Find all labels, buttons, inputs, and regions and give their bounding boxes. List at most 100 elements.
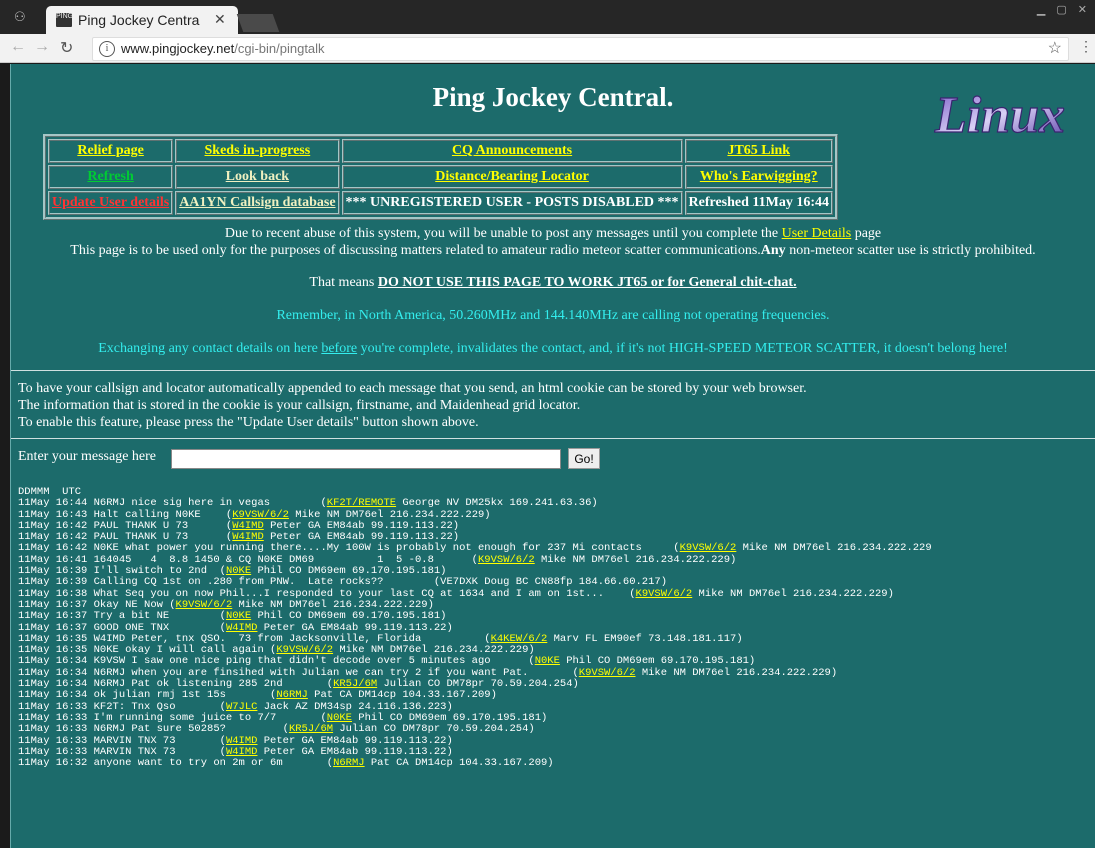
log-station-info: Phil CO DM69em 69.170.195.181)	[251, 565, 447, 578]
menu-link[interactable]: CQ Announcements	[452, 143, 572, 158]
notice-purpose: This page is to be used only for the pur…	[70, 243, 1036, 258]
log-station-info: Phil CO DM69em 69.170.195.181)	[559, 655, 756, 668]
callsign-link[interactable]: K9VSW/6/2	[579, 667, 636, 679]
callsign-link[interactable]: N0KE	[226, 610, 251, 622]
before-link[interactable]: before	[321, 341, 357, 356]
log-station-info: Peter GA EM84ab 99.119.113.22)	[263, 531, 460, 544]
new-tab-button[interactable]	[236, 14, 280, 32]
menu-table: Relief page Skeds in-progress CQ Announcem…	[43, 134, 839, 220]
log-station-info: Mike NM DM76el 216.234.222.229)	[692, 587, 894, 600]
close-tab-icon[interactable]: ✕	[214, 11, 226, 28]
forward-icon[interactable]: →	[34, 38, 50, 56]
log-station-info: Peter GA EM84ab 99.119.113.22)	[257, 621, 453, 634]
menu-cell: Skeds in-progress	[175, 139, 340, 163]
callsign-link[interactable]: K9VSW/6/2	[276, 644, 333, 656]
log-text: 11May 16:37 Okay NE Now (	[18, 598, 176, 611]
log-text: 11May 16:33 MARVIN TNX 73 (	[18, 745, 226, 758]
url-field[interactable]: i www.pingjockey.net/cgi-bin/pingtalk ☆	[92, 37, 1069, 61]
menu-link: Refreshed 11May 16:44	[688, 195, 830, 210]
menu-cell: Who's Earwigging?	[684, 165, 834, 189]
callsign-link[interactable]: W4IMD	[232, 520, 264, 532]
callsign-link[interactable]: W4IMD	[226, 735, 258, 747]
callsign-link[interactable]: KF2T/REMOTE	[327, 497, 396, 509]
tab-title: Ping Jockey Centra	[78, 12, 200, 28]
callsign-link[interactable]: W4IMD	[226, 746, 258, 758]
user-details-link[interactable]: User Details	[782, 226, 852, 241]
callsign-link[interactable]: K9VSW/6/2	[232, 509, 289, 521]
callsign-link[interactable]: W7JLC	[226, 701, 258, 713]
go-button[interactable]: Go!	[568, 448, 600, 469]
log-text: 11May 16:42 PAUL THANK U 73 (	[18, 531, 233, 544]
site-info-icon[interactable]: i	[99, 41, 115, 57]
log-text: 11May 16:34 N6RMJ Pat ok listening 285 2…	[18, 678, 334, 691]
incognito-icon: ⚇	[14, 9, 26, 24]
log-text: 11May 16:33 I'm running some juice to 7/…	[18, 711, 327, 724]
callsign-link[interactable]: W4IMD	[232, 531, 264, 543]
callsign-link[interactable]: N6RMJ	[276, 689, 308, 701]
back-icon[interactable]: ←	[10, 38, 26, 56]
log-text: 11May 16:34 K9VSW I saw one nice ping th…	[18, 655, 535, 668]
notice-contact-details: Exchanging any contact details on here b…	[98, 341, 1008, 356]
menu-cell: CQ Announcements	[341, 139, 683, 163]
log-text: 11May 16:37 Try a bit NE (	[18, 610, 226, 623]
log-station-info: Julian CO DM78pr 70.59.204.254)	[377, 678, 579, 691]
menu-link[interactable]: Relief page	[77, 143, 143, 158]
divider	[11, 370, 1095, 371]
log-station-info: Mike NM DM76el 216.234.222.229)	[635, 666, 838, 679]
callsign-link[interactable]: K9VSW/6/2	[636, 588, 693, 600]
page-content: Ping Jockey Central. Linux Relief page Sk…	[10, 64, 1095, 848]
callsign-link[interactable]: N0KE	[226, 565, 251, 577]
menu-kebab-icon[interactable]: ⋮	[1079, 38, 1093, 55]
callsign-link[interactable]: N0KE	[535, 655, 560, 667]
window-controls[interactable]: ▁ ▢ ✕	[1037, 3, 1091, 16]
menu-cell: AA1YN Callsign database	[175, 191, 340, 215]
reload-icon[interactable]: ↻	[60, 38, 73, 58]
callsign-link[interactable]: K4KEW/6/2	[491, 633, 548, 645]
callsign-link[interactable]: N0KE	[327, 712, 352, 724]
callsign-link[interactable]: K9VSW/6/2	[478, 554, 535, 566]
menu-row: Relief page Skeds in-progress CQ Announcem…	[48, 139, 834, 163]
menu-cell: Look back	[175, 165, 340, 189]
log-text: 11May 16:42 PAUL THANK U 73 (	[18, 519, 233, 532]
message-input[interactable]	[171, 449, 561, 469]
menu-link[interactable]: Who's Earwigging?	[700, 169, 818, 184]
log-text: 11May 16:32 anyone want to try on 2m or …	[18, 757, 334, 770]
menu-link[interactable]: Skeds in-progress	[205, 143, 311, 158]
menu-link[interactable]: Look back	[226, 169, 289, 184]
notice-user-details: Due to recent abuse of this system, you …	[224, 226, 882, 241]
callsign-link[interactable]: K9VSW/6/2	[680, 542, 737, 554]
notice-frequencies: Remember, in North America, 50.260MHz an…	[276, 308, 830, 323]
menu-link[interactable]: Distance/Bearing Locator	[435, 169, 589, 184]
log-station-info: Phil CO DM69em 69.170.195.181)	[351, 711, 548, 724]
callsign-link[interactable]: KR5J/6M	[333, 678, 377, 690]
log-station-info: Mike NM DM76el 216.234.222.229)	[288, 508, 491, 521]
log-text: 11May 16:37 GOOD ONE TNX (	[18, 621, 226, 634]
callsign-link[interactable]: K9VSW/6/2	[176, 599, 233, 611]
bookmark-star-icon[interactable]: ☆	[1048, 38, 1062, 58]
log-text: 11May 16:33 MARVIN TNX 73 (	[18, 734, 226, 747]
menu-link[interactable]: AA1YN Callsign database	[179, 195, 335, 210]
menu-link[interactable]: Update User details	[52, 195, 169, 210]
menu-link[interactable]: Refresh	[87, 169, 133, 184]
callsign-link[interactable]: KR5J/6M	[289, 723, 333, 735]
log-text: 11May 16:34 N6RMJ when you are finsihed …	[18, 666, 579, 679]
favicon-icon: PING	[56, 13, 73, 27]
cookie-info: To have your callsign and locator automa…	[18, 381, 807, 430]
message-log: DDMMM UTC 11May 16:44 N6RMJ nice sig here…	[18, 486, 932, 770]
callsign-link[interactable]: N6RMJ	[333, 757, 365, 769]
log-station-info: Mike NM DM76el 216.234.222.229)	[333, 644, 535, 657]
menu-link: *** UNREGISTERED USER - POSTS DISABLED *…	[345, 195, 679, 210]
menu-link[interactable]: JT65 Link	[727, 143, 790, 158]
notice-jt65: That means DO NOT USE THIS PAGE TO WORK …	[309, 275, 797, 290]
log-text: 11May 16:39 Calling CQ 1st on .280 from …	[18, 576, 668, 589]
log-text: 11May 16:39 I'll switch to 2nd (	[18, 565, 226, 578]
browser-tab[interactable]: PING Ping Jockey Centra ✕	[46, 6, 238, 34]
log-text: 11May 16:43 Halt calling N0KE (	[18, 508, 233, 521]
divider	[11, 438, 1095, 439]
log-station-info: Julian CO DM78pr 70.59.204.254)	[333, 723, 535, 736]
log-station-info: Mike NM DM76el 216.234.222.229)	[534, 553, 737, 566]
callsign-link[interactable]: W4IMD	[226, 622, 258, 634]
menu-cell: Distance/Bearing Locator	[341, 165, 683, 189]
log-text: 11May 16:35 W4IMD Peter, tnx QSO. 73 fro…	[18, 632, 491, 645]
log-text: 11May 16:35 N0KE okay I will call again …	[18, 644, 277, 657]
